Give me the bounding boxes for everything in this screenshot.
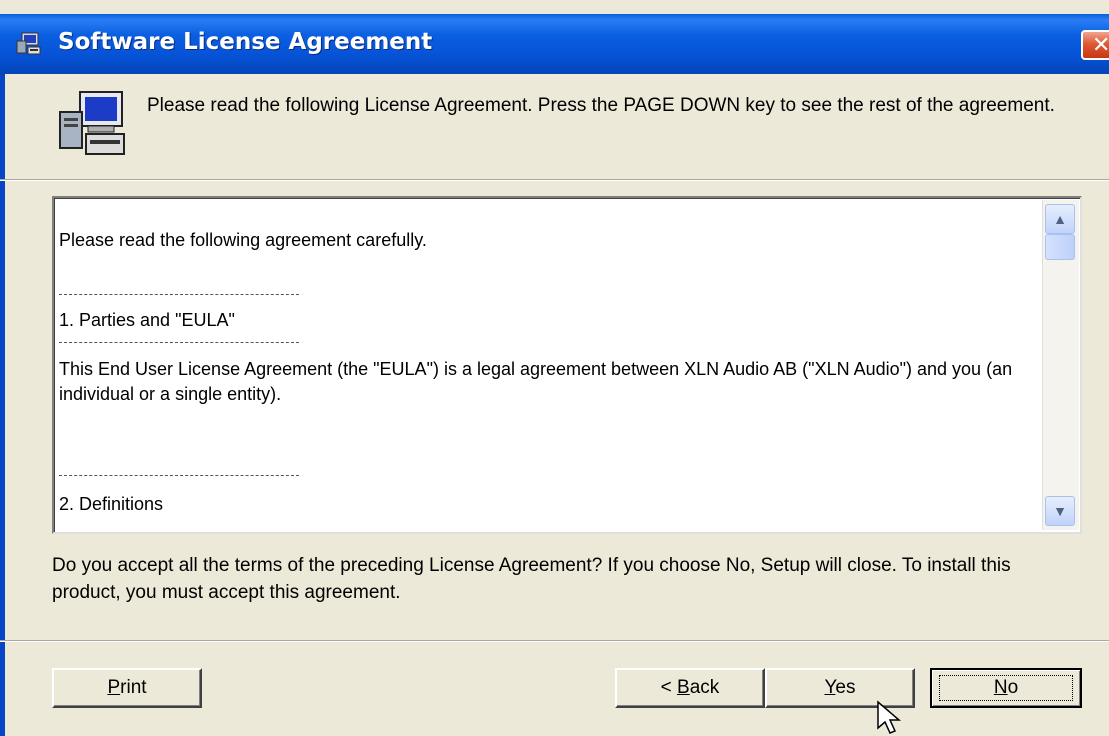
window-border [0,74,5,736]
focus-rectangle [939,675,1073,701]
button-accelerator: Y [824,677,836,698]
section-1-body: This End User License Agreement (the "EU… [59,359,1013,404]
section-1-title: 1. Parties and "EULA" [59,310,235,330]
close-button[interactable]: ✕ [1081,30,1109,60]
arrow-up-icon: ▲ [1053,211,1067,227]
footer-divider [0,640,1109,642]
arrow-down-icon: ▼ [1053,503,1067,519]
button-label: es [835,677,856,698]
print-button[interactable]: Print [52,668,202,708]
section-2-title: 2. Definitions [59,494,164,514]
vertical-scrollbar[interactable]: ▲ ▼ [1042,200,1079,530]
dashed-divider [59,294,299,295]
license-intro: Please read the following agreement care… [59,230,427,250]
button-accelerator: B [677,677,690,698]
window-title: Software License Agreement [58,29,433,55]
computer-setup-icon [59,91,125,155]
scroll-thumb[interactable] [1045,234,1075,260]
scroll-down-button[interactable]: ▼ [1045,496,1075,526]
header-divider [0,179,1109,181]
no-button[interactable]: No [930,668,1082,708]
title-bar[interactable]: Software License Agreement ✕ [0,14,1109,74]
close-icon: ✕ [1092,33,1109,58]
license-text-box[interactable]: Please read the following agreement care… [52,196,1082,534]
instruction-text: Please read the following License Agreem… [147,95,1055,116]
dashed-divider [59,475,299,476]
setup-computer-icon [16,32,41,55]
scroll-up-button[interactable]: ▲ [1045,204,1075,234]
acceptance-question: Do you accept all the terms of the prece… [52,555,1011,603]
button-accelerator: P [107,677,121,698]
dashed-divider [59,342,299,343]
button-label: rint [120,677,147,698]
back-button[interactable]: < Back [615,668,765,708]
button-label: < [660,677,678,698]
button-label: ack [689,677,720,698]
license-dialog: Software License Agreement ✕ Please read… [0,0,1109,736]
mouse-cursor-icon [877,700,902,734]
